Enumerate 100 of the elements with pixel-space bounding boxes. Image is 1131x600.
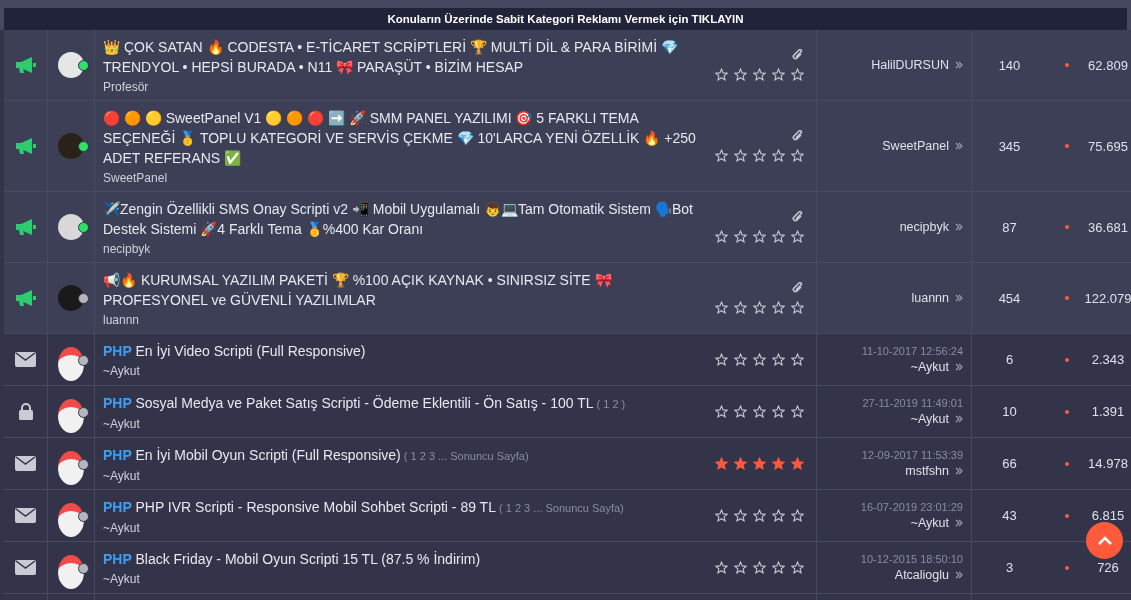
double-chevron-icon[interactable] — [955, 519, 963, 527]
star-icon[interactable] — [753, 457, 766, 470]
double-chevron-icon[interactable] — [955, 363, 963, 371]
star-icon[interactable] — [772, 301, 785, 314]
star-icon[interactable] — [734, 230, 747, 243]
star-icon[interactable] — [753, 353, 766, 366]
avatar[interactable] — [58, 285, 84, 311]
thread-author[interactable]: Profesör — [103, 79, 705, 94]
thread-author[interactable]: ~Aykut — [103, 468, 705, 483]
star-icon[interactable] — [715, 149, 728, 162]
double-chevron-icon[interactable] — [955, 571, 963, 579]
star-icon[interactable] — [753, 405, 766, 418]
avatar[interactable] — [58, 133, 84, 159]
star-icon[interactable] — [734, 353, 747, 366]
star-icon[interactable] — [791, 509, 804, 522]
star-icon[interactable] — [753, 301, 766, 314]
star-icon[interactable] — [734, 149, 747, 162]
star-icon[interactable] — [772, 405, 785, 418]
megaphone-icon — [14, 218, 37, 236]
double-chevron-icon[interactable] — [955, 223, 963, 231]
star-icon[interactable] — [715, 68, 728, 81]
avatar[interactable] — [58, 502, 84, 537]
double-chevron-icon[interactable] — [955, 467, 963, 475]
star-icon[interactable] — [715, 230, 728, 243]
avatar[interactable] — [58, 554, 84, 589]
star-icon[interactable] — [734, 68, 747, 81]
double-chevron-icon[interactable] — [955, 142, 963, 150]
double-chevron-icon[interactable] — [955, 294, 963, 302]
thread-author[interactable]: necipbyk — [103, 241, 705, 256]
double-chevron-icon[interactable] — [955, 61, 963, 69]
last-poster[interactable]: necipbyk — [899, 220, 949, 234]
banner-text[interactable]: Konuların Üzerinde Sabit Kategori Reklamı Vermek için TIKLAYIN — [387, 13, 744, 25]
last-poster[interactable]: SweetPanel — [882, 139, 949, 153]
thread-title[interactable]: PHP PHP IVR Scripti - Responsive Mobil Sohbet Scripti - 89 TL ( 1 2 3 ... Sonuncu Sayfa) — [103, 496, 705, 518]
thread-author[interactable]: ~Aykut — [103, 364, 705, 378]
star-icon[interactable] — [772, 509, 785, 522]
star-icon[interactable] — [753, 68, 766, 81]
last-poster[interactable]: ~Aykut — [910, 360, 949, 374]
avatar[interactable] — [58, 346, 84, 381]
view-count: 6.815 — [1090, 508, 1126, 523]
star-icon[interactable] — [734, 301, 747, 314]
star-icon[interactable] — [772, 561, 785, 574]
thread-title[interactable]: ✈Zengin Özellikli SMS Onay Scripti v2 📲 Mobil Uygulamalı 👦💻Tam Otomatik Sistem 🗣Bot Destek Sistemi 🚀4 Farklı Tema 🥇%400 Kar Oranı — [103, 198, 705, 239]
star-icon[interactable] — [772, 68, 785, 81]
thread-title[interactable]: PHP Black Friday - Mobil Oyun Scripti 15 TL (87.5 % İndirim) — [103, 549, 705, 569]
star-icon[interactable] — [715, 561, 728, 574]
star-icon[interactable] — [753, 230, 766, 243]
star-icon[interactable] — [772, 353, 785, 366]
last-poster[interactable]: ~Aykut — [910, 516, 949, 530]
thread-author[interactable]: SweetPanel — [103, 170, 705, 185]
star-icon[interactable] — [791, 561, 804, 574]
star-icon[interactable] — [772, 149, 785, 162]
thread-author[interactable]: ~Aykut — [103, 520, 705, 535]
star-icon[interactable] — [715, 509, 728, 522]
star-icon[interactable] — [715, 405, 728, 418]
thread-title[interactable]: 👑 ÇOK SATAN 🔥 CODESTA • E-TİCARET SCRİPTLERİ 🏆 MULTİ DİL & PARA BİRİMİ 💎 TRENDYOL • HEPSİ BURADA • N11 🎀 PARAŞÜT • BİZİM HESAP — [103, 36, 705, 77]
star-icon[interactable] — [791, 457, 804, 470]
star-icon[interactable] — [772, 457, 785, 470]
last-poster[interactable]: HalilDURSUN — [871, 58, 949, 72]
star-icon[interactable] — [715, 457, 728, 470]
star-icon[interactable] — [734, 405, 747, 418]
star-icon[interactable] — [791, 230, 804, 243]
star-icon[interactable] — [715, 353, 728, 366]
star-icon[interactable] — [791, 68, 804, 81]
double-chevron-icon[interactable] — [955, 415, 963, 423]
star-icon[interactable] — [715, 301, 728, 314]
thread-title[interactable]: 🔴 🟠 🟡 SweetPanel V1 🟡 🟠 🔴 ➡ 🚀 SMM PANEL YAZILIMI 🎯 5 FARKLI TEMA SEÇENEĞİ 🥇 TOPLU KATEGORİ VE SERVİS ÇEKME 💎 10'LARCA YENİ ÖZELLİK 🔥 +250 ADET REFERANS ✅ — [103, 107, 705, 168]
star-icon[interactable] — [734, 509, 747, 522]
avatar[interactable] — [58, 52, 84, 78]
star-icon[interactable] — [734, 561, 747, 574]
star-icon[interactable] — [753, 149, 766, 162]
envelope-icon — [15, 508, 36, 523]
star-icon[interactable] — [753, 561, 766, 574]
thread-title[interactable]: PHP Sosyal Medya ve Paket Satış Scripti - Ödeme Eklentili - Ön Satış - 100 TL ( 1 2 ) — [103, 392, 705, 414]
last-poster[interactable]: mstfshn — [905, 464, 949, 478]
star-icon[interactable] — [791, 405, 804, 418]
last-poster[interactable]: luannn — [911, 291, 949, 305]
thread-author[interactable]: ~Aykut — [103, 572, 705, 586]
separator-dot — [1065, 565, 1069, 570]
star-icon[interactable] — [791, 149, 804, 162]
view-count: 14.978 — [1087, 456, 1129, 471]
view-count: 2.343 — [1090, 352, 1126, 367]
view-count: 62.809 — [1087, 57, 1129, 73]
thread-author[interactable]: ~Aykut — [103, 416, 705, 431]
star-icon[interactable] — [791, 301, 804, 314]
last-poster[interactable]: ~Aykut — [910, 412, 949, 426]
thread-title[interactable]: PHP En İyi Video Scripti (Full Responsive) — [103, 341, 705, 361]
star-icon[interactable] — [772, 230, 785, 243]
star-icon[interactable] — [753, 509, 766, 522]
avatar[interactable] — [58, 450, 84, 485]
last-poster[interactable]: Atcalioglu — [894, 568, 949, 582]
star-icon[interactable] — [791, 353, 804, 366]
megaphone-icon — [14, 137, 37, 155]
ad-banner[interactable]: Konuların Üzerinde Sabit Kategori Reklamı Vermek için TIKLAYIN — [0, 8, 1131, 30]
avatar[interactable] — [58, 214, 84, 240]
thread-title[interactable]: 📢🔥 KURUMSAL YAZILIM PAKETİ 🏆 %100 AÇIK KAYNAK • SINIRSIZ SİTE 🎀 PROFESYONEL ve GÜVENLİ YAZILIMLAR — [103, 269, 705, 310]
star-icon[interactable] — [734, 457, 747, 470]
thread-title[interactable]: PHP En İyi Mobil Oyun Scripti (Full Responsive) ( 1 2 3 ... Sonuncu Sayfa) — [103, 444, 705, 466]
avatar[interactable] — [58, 398, 84, 433]
thread-author[interactable]: luannn — [103, 312, 705, 327]
